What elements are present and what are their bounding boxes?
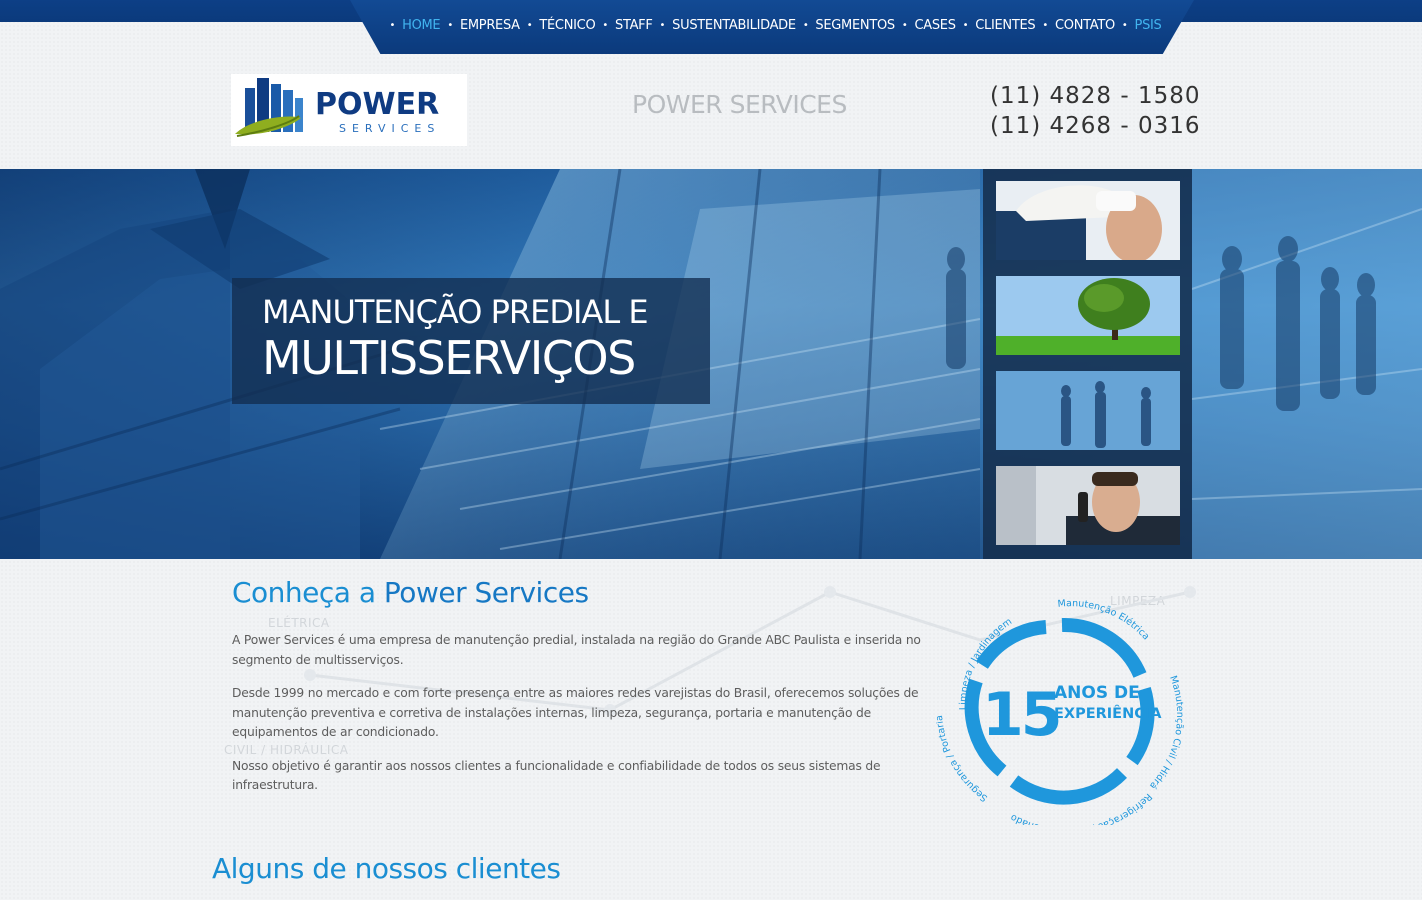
logo-graphic: POWER SERVICES <box>235 78 440 137</box>
site-title: POWER SERVICES <box>632 90 847 119</box>
badge-line-1: ANOS DE <box>1054 683 1140 703</box>
nav-item-label[interactable]: SUSTENTABILIDADE <box>672 18 796 33</box>
nav-item-tecnico[interactable]: • TÉCNICO <box>520 18 596 33</box>
phone-number-2: (11) 4268 - 0316 <box>990 113 1201 139</box>
badge-number: 15 <box>982 680 1060 750</box>
nav-item-contato[interactable]: • CONTATO <box>1035 18 1115 33</box>
nav-item-label[interactable]: TÉCNICO <box>539 18 595 33</box>
phone-numbers: (11) 4828 - 1580 (11) 4268 - 0316 <box>990 81 1201 141</box>
nav-item-staff[interactable]: • STAFF <box>595 18 652 33</box>
nav-item-segmentos[interactable]: • SEGMENTOS <box>796 18 895 33</box>
thumbnail-people[interactable] <box>996 371 1180 450</box>
nav-item-label[interactable]: CONTATO <box>1055 18 1115 33</box>
hero-title-line-1: MANUTENÇÃO PREDIAL E <box>262 293 649 331</box>
nav-item-cases[interactable]: • CASES <box>895 18 956 33</box>
tree-photo <box>996 276 1180 355</box>
nav-bullet: • <box>447 19 453 31</box>
thumbnail-tree[interactable] <box>996 276 1180 355</box>
nav-item-label[interactable]: STAFF <box>615 18 653 33</box>
nav-item-label[interactable]: EMPRESA <box>460 18 520 33</box>
badge-line-2: EXPERIÊNCIA <box>1054 705 1162 722</box>
nav-bullet: • <box>802 19 809 31</box>
hero-title-line-2: MULTISSERVIÇOS <box>262 331 636 385</box>
about-paragraph-3: Nosso objetivo é garantir aos nossos cli… <box>232 758 881 793</box>
nav-bullet: • <box>962 19 969 31</box>
nav-item-label[interactable]: CLIENTES <box>975 18 1035 33</box>
clients-title: Alguns de nossos clientes <box>212 852 561 885</box>
nav-bullet: • <box>526 19 533 31</box>
nav-item-label[interactable]: PSIS <box>1135 18 1162 33</box>
nav-bullet: • <box>1042 19 1048 31</box>
logo-word: POWER <box>315 87 439 122</box>
about-title: Conheça a Power Services <box>232 576 589 609</box>
phone-number-1: (11) 4828 - 1580 <box>990 83 1201 109</box>
nav-bullet: • <box>659 19 666 31</box>
security-photo <box>996 466 1180 545</box>
hero-banner: MANUTENÇÃO PREDIAL E MULTISSERVIÇOS <box>0 169 1422 559</box>
nav-item-label[interactable]: HOME <box>402 18 441 33</box>
hero-caption: MANUTENÇÃO PREDIAL E MULTISSERVIÇOS <box>232 278 710 404</box>
nav-item-empresa[interactable]: • EMPRESA <box>440 18 520 33</box>
logo-sub: SERVICES <box>339 122 440 135</box>
nav-bullet: • <box>901 19 908 31</box>
nav-item-label[interactable]: CASES <box>914 18 956 33</box>
hero-thumbnails <box>983 169 1192 559</box>
thumbnail-technician[interactable] <box>996 181 1180 260</box>
nav-bullet: • <box>1121 19 1128 31</box>
about-title-strong: Power Services <box>383 576 589 609</box>
nav-item-psis[interactable]: • PSIS <box>1115 18 1162 33</box>
main-nav: • HOME • EMPRESA • TÉCNICO • STAFF • SUSTENTA… <box>350 0 1194 54</box>
nav-bullet: • <box>602 19 608 31</box>
nav-item-home[interactable]: • HOME <box>382 18 440 33</box>
about-paragraph-2: Desde 1999 no mercado e com forte presen… <box>232 686 919 739</box>
nav-item-clientes[interactable]: • CLIENTES <box>956 18 1036 33</box>
thumbnail-security[interactable] <box>996 466 1180 545</box>
nav-item-sustentabilidade[interactable]: • SUSTENTABILIDADE <box>653 18 797 33</box>
nav-item-label[interactable]: SEGMENTOS <box>815 18 895 33</box>
about-title-prefix: Conheça a <box>232 576 384 609</box>
technician-photo <box>996 181 1180 260</box>
hero-background-graphic <box>0 169 1422 559</box>
power-services-logo[interactable]: POWER SERVICES <box>231 74 467 146</box>
about-text: A Power Services é uma empresa de manute… <box>232 631 942 810</box>
experience-badge: 15 ANOS DE EXPERIÊNCIA Limpeza / Jardina… <box>936 585 1185 825</box>
about-paragraph-1: A Power Services é uma empresa de manute… <box>232 633 921 667</box>
people-photo <box>996 371 1180 450</box>
nav-bullet: • <box>389 19 396 31</box>
